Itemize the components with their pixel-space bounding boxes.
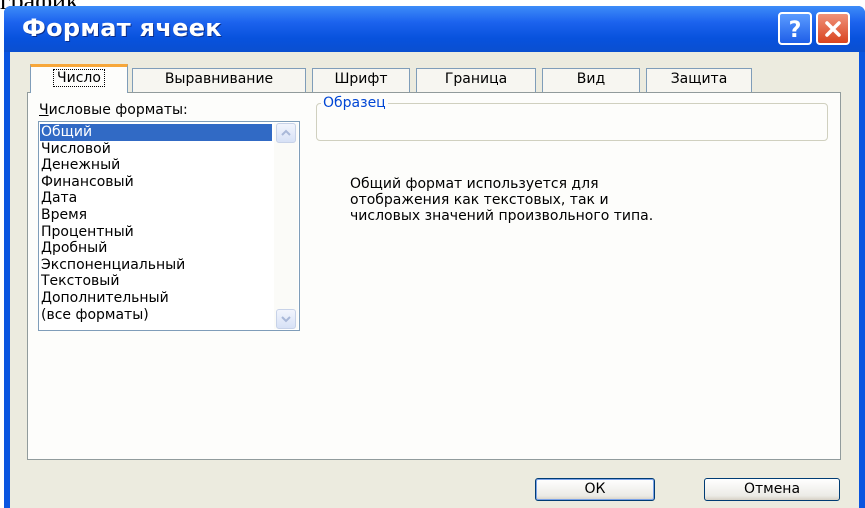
dialog-title: Формат ячеек — [22, 14, 222, 42]
tab-alignment-label: Выравнивание — [164, 71, 274, 87]
number-formats-label: Числовые форматы: — [39, 102, 188, 118]
number-formats-listbox[interactable]: Общий Числовой Денежный Финансовый Дата … — [38, 121, 300, 331]
format-description: Общий формат используется для отображени… — [350, 176, 654, 224]
format-cells-dialog: Формат ячеек ? Число Выравнивание Шрифт … — [4, 6, 865, 508]
format-item-accounting[interactable]: Финансовый — [40, 174, 272, 191]
tab-font[interactable]: Шрифт — [312, 68, 410, 92]
format-item-percentage[interactable]: Процентный — [40, 224, 272, 241]
number-formats-items: Общий Числовой Денежный Финансовый Дата … — [40, 124, 272, 323]
question-mark-icon: ? — [789, 18, 802, 41]
tab-protection[interactable]: Защита — [646, 68, 752, 92]
tab-alignment[interactable]: Выравнивание — [132, 68, 306, 92]
format-item-custom[interactable]: (все форматы) — [40, 307, 272, 324]
format-item-fraction[interactable]: Дробный — [40, 240, 272, 257]
format-item-currency[interactable]: Денежный — [40, 157, 272, 174]
chevron-down-icon — [281, 316, 291, 323]
svg-text:?: ? — [789, 18, 802, 41]
format-item-scientific[interactable]: Экспоненциальный — [40, 257, 272, 274]
help-button[interactable]: ? — [778, 12, 812, 45]
format-item-number[interactable]: Числовой — [40, 141, 272, 158]
sample-label: Образец — [321, 95, 388, 111]
number-formats-label-text: исловые форматы: — [48, 102, 188, 118]
tab-font-label: Шрифт — [334, 71, 388, 87]
format-item-special[interactable]: Дополнительный — [40, 290, 272, 307]
tab-border[interactable]: Граница — [416, 68, 536, 92]
tab-number[interactable]: Число — [30, 64, 128, 93]
dialog-client-area: Число Выравнивание Шрифт Граница Вид Защ… — [10, 52, 859, 508]
tab-view-label: Вид — [576, 71, 606, 87]
format-item-date[interactable]: Дата — [40, 190, 272, 207]
scroll-up-button[interactable] — [276, 123, 296, 143]
number-tab-panel: Числовые форматы: Общий Числовой Денежны… — [27, 92, 841, 460]
number-formats-label-mnemonic: Ч — [39, 102, 49, 118]
sample-groupbox: Образец — [316, 95, 828, 141]
title-bar[interactable]: Формат ячеек ? — [4, 6, 865, 52]
ok-button[interactable]: ОК — [535, 478, 655, 501]
format-item-text[interactable]: Текстовый — [40, 273, 272, 290]
chevron-up-icon — [281, 129, 291, 136]
tab-view[interactable]: Вид — [542, 68, 640, 92]
format-item-time[interactable]: Время — [40, 207, 272, 224]
listbox-scrollbar[interactable] — [274, 123, 298, 329]
tab-protection-label: Защита — [670, 71, 728, 87]
tab-number-label: Число — [53, 69, 105, 87]
close-icon — [825, 20, 841, 37]
format-item-general[interactable]: Общий — [40, 124, 272, 141]
tab-border-label: Граница — [444, 71, 508, 87]
scroll-down-button[interactable] — [276, 309, 296, 329]
cancel-button[interactable]: Отмена — [704, 478, 840, 501]
close-button[interactable] — [816, 12, 850, 45]
